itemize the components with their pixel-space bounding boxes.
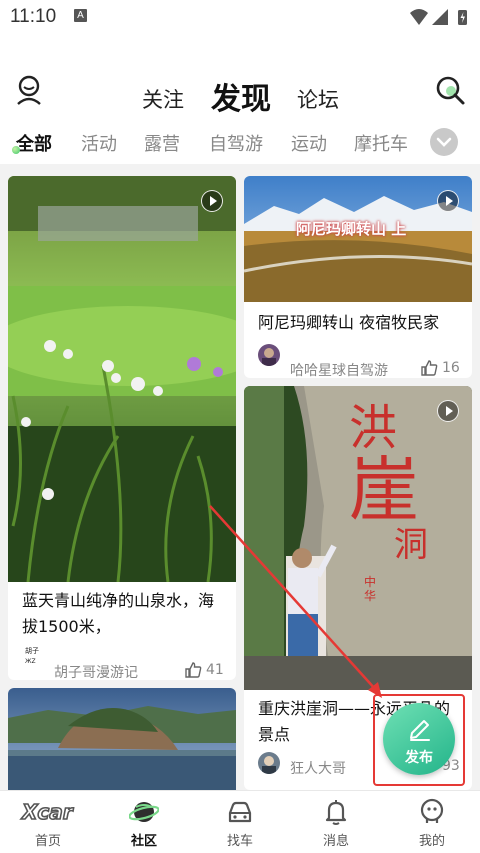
chevron-down-icon[interactable]: [430, 128, 458, 156]
tab-follow[interactable]: 关注: [142, 84, 184, 114]
status-icons: [410, 9, 467, 25]
category-all[interactable]: 全部: [16, 130, 52, 156]
xcar-logo-icon: Xcar: [19, 799, 74, 825]
nav-home-label: 首页: [34, 834, 61, 849]
signal-icon: [432, 9, 448, 25]
car-icon: [228, 801, 252, 823]
svg-text:Xcar: Xcar: [20, 800, 74, 824]
category-camping[interactable]: 露营: [144, 130, 180, 156]
nav-community-label: 社区: [130, 834, 157, 849]
category-bar: 全部 活动 露营 自驾游 运动 摩托车: [0, 120, 480, 164]
bell-icon: [325, 800, 347, 825]
nav-home[interactable]: Xcar 首页: [0, 791, 96, 853]
category-sports[interactable]: 运动: [291, 130, 327, 156]
edit-icon: [410, 720, 430, 741]
wifi-icon: [410, 9, 428, 25]
planet-icon: [129, 802, 159, 822]
tab-forum[interactable]: 论坛: [297, 84, 339, 114]
tab-discover[interactable]: 发现: [211, 74, 271, 118]
active-dot: [12, 146, 20, 154]
bottom-nav: Xcar 首页 社区 找车 消息 我的: [0, 790, 480, 853]
category-events[interactable]: 活动: [81, 130, 117, 156]
profile-icon: [420, 798, 444, 823]
search-icon[interactable]: [434, 74, 466, 106]
nav-messages-label: 消息: [322, 834, 349, 849]
publish-label: 发布: [405, 750, 433, 766]
nav-find-car[interactable]: 找车: [192, 791, 288, 853]
nav-messages[interactable]: 消息: [288, 791, 384, 853]
nav-profile[interactable]: 我的: [384, 791, 480, 853]
nav-profile-label: 我的: [418, 834, 445, 849]
status-bar: 11:10 A: [0, 0, 480, 34]
top-header: 关注 发现 论坛: [0, 34, 480, 120]
notification-icon: A: [74, 9, 87, 22]
category-roadtrip[interactable]: 自驾游: [209, 130, 263, 156]
category-motorcycle[interactable]: 摩托车: [354, 130, 408, 156]
nav-community[interactable]: 社区: [96, 791, 192, 853]
user-icon[interactable]: [14, 74, 44, 106]
nav-find-car-label: 找车: [226, 834, 253, 849]
status-time: 11:10: [10, 6, 57, 27]
publish-button[interactable]: 发布: [383, 703, 455, 775]
